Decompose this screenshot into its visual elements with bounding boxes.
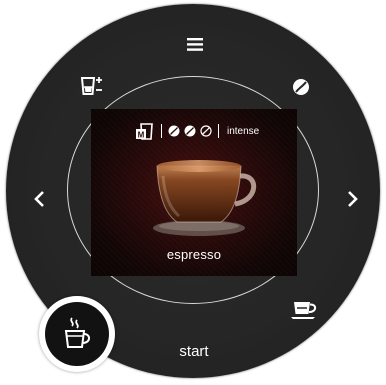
cup-saucer-icon <box>291 302 317 319</box>
milk-m-icon[interactable]: M <box>135 121 155 141</box>
separator <box>218 124 219 138</box>
strength-label: intense <box>227 125 260 137</box>
cup-button[interactable] <box>287 298 321 324</box>
bean-level-1-icon <box>168 125 180 137</box>
bean-level-2-icon <box>184 125 196 137</box>
bean-level-3-icon <box>200 125 212 137</box>
svg-text:M: M <box>138 131 145 140</box>
strength-indicator: M intense <box>135 121 259 141</box>
drink-name: espresso <box>166 247 222 262</box>
display-screen: M intense espresso <box>91 109 297 276</box>
brew-button-inner <box>45 302 109 366</box>
cup-size-adjust-icon <box>80 77 102 95</box>
coffee-bean-icon <box>293 79 309 95</box>
separator <box>161 124 162 138</box>
previous-button[interactable] <box>30 188 48 210</box>
espresso-cup-image <box>153 160 257 236</box>
hot-cup-icon <box>64 317 91 348</box>
chevron-right-icon <box>348 191 358 207</box>
brew-button[interactable] <box>39 296 115 372</box>
next-button[interactable] <box>344 188 362 210</box>
menu-button[interactable] <box>186 36 204 52</box>
bean-strength-button[interactable] <box>290 76 312 98</box>
start-button[interactable]: start <box>168 343 220 360</box>
coffee-machine-panel: M intense espresso start <box>0 0 386 385</box>
chevron-left-icon <box>34 191 44 207</box>
cup-size-button[interactable] <box>79 74 107 98</box>
menu-icon <box>187 37 203 51</box>
